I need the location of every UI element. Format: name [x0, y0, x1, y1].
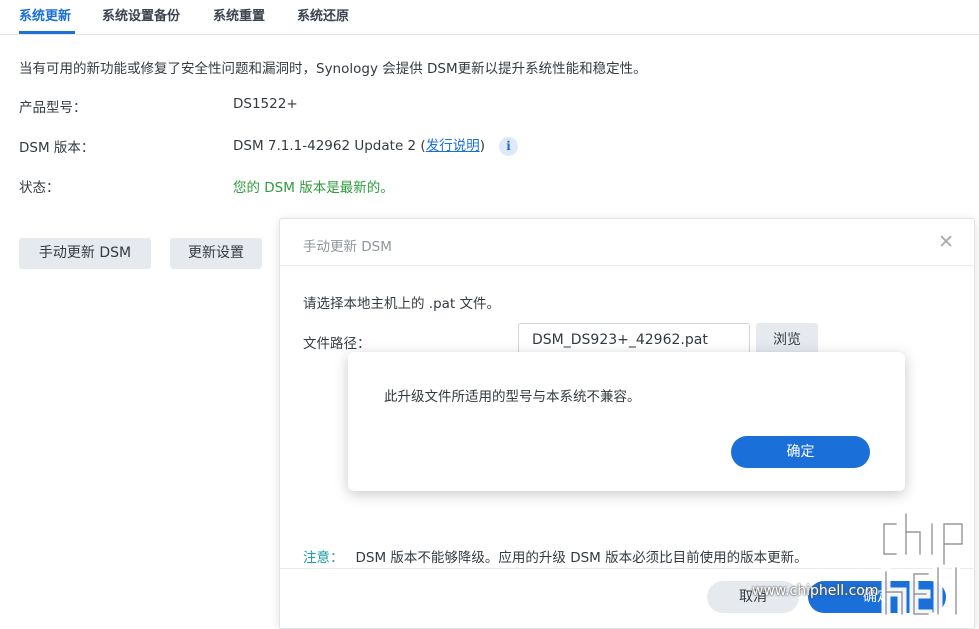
incompatible-alert: 此升级文件所适用的型号与本系统不兼容。 确定	[348, 352, 905, 491]
chiphell-logo-icon	[879, 510, 967, 619]
status-value: 您的 DSM 版本是最新的。	[233, 180, 394, 196]
info-icon[interactable]: i	[498, 136, 518, 156]
watermark-url: www.chiphell.com	[752, 583, 879, 599]
tab-system-update[interactable]: 系统更新	[19, 5, 71, 24]
model-value: DS1522+	[233, 96, 298, 112]
dialog-note: 注意： DSM 版本不能够降级。应用的升级 DSM 版本必须比目前使用的版本更新。	[303, 546, 808, 566]
dialog-divider	[280, 265, 974, 266]
dialog-footer-divider	[280, 568, 974, 569]
release-notes-link[interactable]: 发行说明	[426, 138, 480, 154]
version-label: DSM 版本：	[19, 140, 95, 156]
tab-settings-backup[interactable]: 系统设置备份	[102, 5, 180, 24]
dialog-instruction: 请选择本地主机上的 .pat 文件。	[303, 296, 501, 312]
active-tab-indicator	[19, 31, 75, 34]
dialog-title: 手动更新 DSM	[303, 239, 392, 255]
tab-system-reset[interactable]: 系统重置	[213, 5, 265, 24]
manual-update-button[interactable]: 手动更新 DSM	[19, 238, 151, 269]
tab-system-restore[interactable]: 系统还原	[297, 5, 349, 24]
note-text: DSM 版本不能够降级。应用的升级 DSM 版本必须比目前使用的版本更新。	[355, 550, 808, 566]
model-label: 产品型号：	[19, 100, 87, 116]
update-settings-button[interactable]: 更新设置	[170, 238, 262, 269]
version-value: DSM 7.1.1-42962 Update 2 (	[233, 138, 426, 154]
alert-message: 此升级文件所适用的型号与本系统不兼容。	[384, 389, 641, 405]
note-label: 注意：	[303, 550, 344, 566]
tab-bar: 系统更新 系统设置备份 系统重置 系统还原	[0, 0, 979, 35]
alert-confirm-button[interactable]: 确定	[731, 436, 870, 468]
status-label: 状态：	[19, 180, 60, 196]
version-value-row: DSM 7.1.1-42962 Update 2 (发行说明) i	[233, 134, 518, 156]
close-icon[interactable]: ✕	[938, 231, 954, 253]
update-description: 当有可用的新功能或修复了安全性问题和漏洞时，Synology 会提供 DSM更新…	[19, 61, 647, 77]
file-path-label: 文件路径：	[303, 336, 371, 352]
version-suffix: )	[479, 138, 485, 154]
